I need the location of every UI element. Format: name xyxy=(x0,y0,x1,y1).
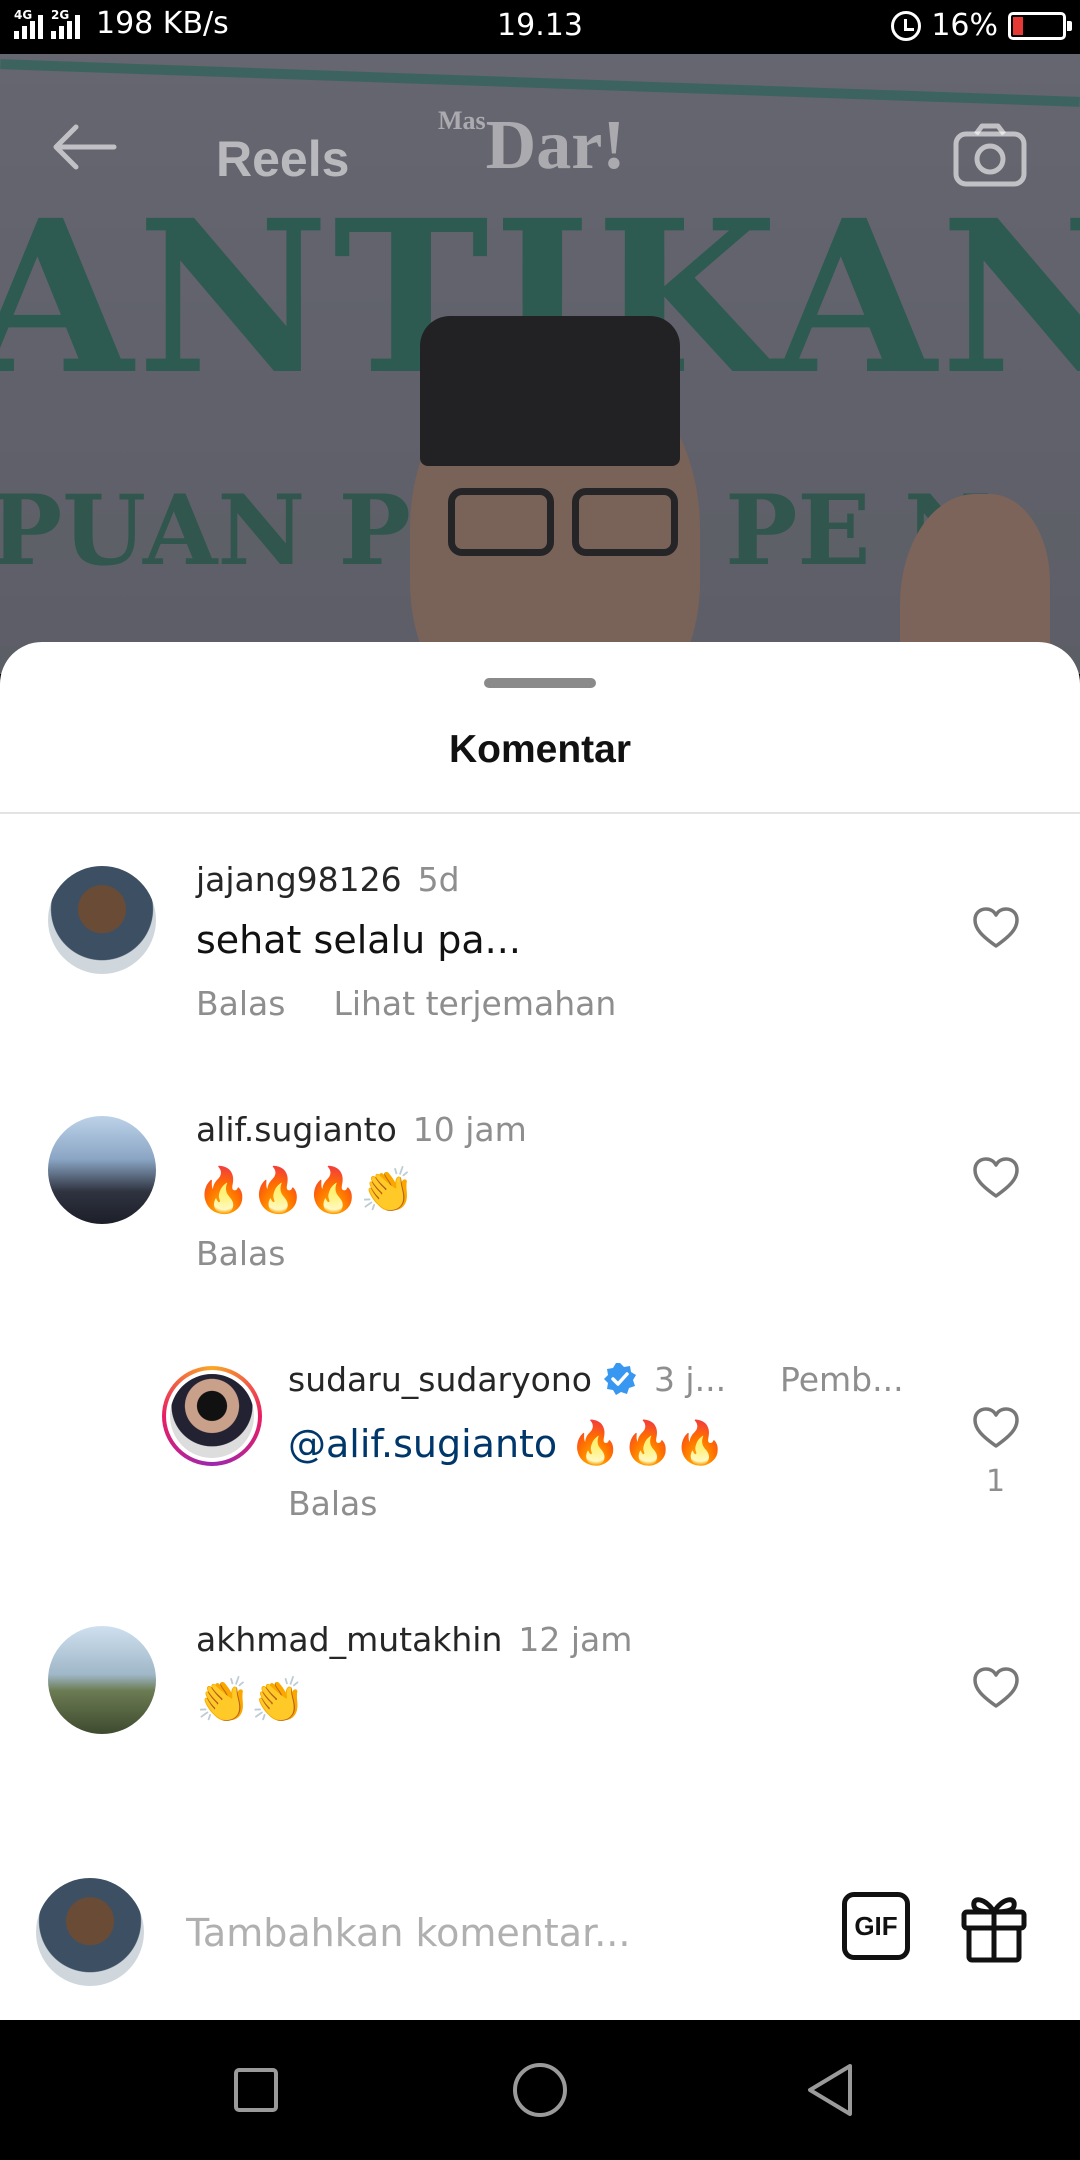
comment-age: 5d xyxy=(417,860,460,899)
comment-actions: Balas xyxy=(288,1484,377,1523)
comment-text: @alif.sugianto 🔥🔥🔥 xyxy=(288,1418,726,1468)
username[interactable]: akhmad_mutakhin xyxy=(196,1620,502,1659)
username[interactable]: sudaru_sudaryono xyxy=(288,1360,592,1399)
avatar-story-ring[interactable] xyxy=(162,1366,262,1466)
comment-age: 12 jam xyxy=(518,1620,633,1659)
back-arrow-icon[interactable] xyxy=(48,122,118,172)
comment-meta: sudaru_sudaryono 3 j... xyxy=(288,1360,726,1399)
comment-meta: akhmad_mutakhin 12 jam xyxy=(196,1620,632,1659)
reply-button[interactable]: Balas xyxy=(196,984,285,1023)
comment-actions: Balas Lihat terjemahan xyxy=(196,984,616,1023)
avatar[interactable] xyxy=(48,866,156,974)
camera-icon[interactable] xyxy=(952,122,1028,188)
comment-meta: jajang98126 5d xyxy=(196,860,460,899)
reels-header: Reels MasDar! xyxy=(0,94,1080,204)
like-heart-icon[interactable] xyxy=(972,1156,1020,1200)
comment-actions: Balas xyxy=(196,1234,285,1273)
username[interactable]: alif.sugianto xyxy=(196,1110,397,1149)
comment-input-bar: GIF xyxy=(0,1856,1080,2020)
battery-level xyxy=(1013,16,1023,35)
comment-age: 3 j... xyxy=(653,1360,727,1399)
watermark-logo: MasDar! xyxy=(438,106,626,186)
comment-text: 👏👏 xyxy=(196,1675,306,1726)
verified-badge-icon xyxy=(603,1363,636,1395)
home-circle-icon[interactable] xyxy=(508,2058,572,2122)
avatar[interactable] xyxy=(48,1626,156,1734)
gift-icon[interactable] xyxy=(958,1886,1030,1964)
alarm-icon xyxy=(891,10,922,41)
status-right: 16% xyxy=(891,8,1072,43)
avatar xyxy=(166,1370,258,1462)
battery-percent: 16% xyxy=(931,8,998,43)
like-heart-icon[interactable] xyxy=(972,1406,1020,1450)
avatar[interactable] xyxy=(48,1116,156,1224)
system-nav-bar xyxy=(0,2020,1080,2160)
battery-icon xyxy=(1008,11,1072,40)
reply-button[interactable]: Balas xyxy=(196,1234,285,1273)
my-avatar xyxy=(36,1878,144,1986)
comment-meta: alif.sugianto 10 jam xyxy=(196,1110,527,1149)
see-translation-button[interactable]: Lihat terjemahan xyxy=(333,984,616,1023)
reply-button[interactable]: Balas xyxy=(288,1484,377,1523)
mention-link[interactable]: @alif.sugianto xyxy=(288,1422,557,1466)
sheet-title: Komentar xyxy=(448,728,632,771)
comment-text: sehat selalu pa... xyxy=(196,918,521,962)
like-heart-icon[interactable] xyxy=(972,906,1020,950)
comment-input[interactable] xyxy=(186,1900,806,1966)
drag-handle[interactable] xyxy=(484,678,596,688)
like-heart-icon[interactable] xyxy=(972,1666,1020,1710)
comment-emoji: 🔥🔥🔥 xyxy=(569,1418,727,1467)
back-triangle-icon[interactable] xyxy=(798,2058,862,2122)
gif-button[interactable]: GIF xyxy=(842,1892,910,1960)
username[interactable]: jajang98126 xyxy=(196,860,402,899)
comments-sheet: Komentar jajang98126 5d sehat selalu pa..… xyxy=(0,642,1080,2020)
reel-video[interactable]: ANTIKAN PUAN PE UH PE N Reels MasDar! xyxy=(0,54,1080,674)
recents-square-icon[interactable] xyxy=(224,2058,288,2122)
like-count: 1 xyxy=(986,1464,1006,1499)
comment-list[interactable]: jajang98126 5d sehat selalu pa... Balas Li… xyxy=(0,814,1080,1830)
watermark-text: Dar! xyxy=(485,107,626,184)
comment-text: 🔥🔥🔥👏 xyxy=(196,1165,416,1216)
comment-age: 10 jam xyxy=(412,1110,527,1149)
watermark-small: Mas xyxy=(438,106,486,135)
pinned-by-label: Pemb... xyxy=(780,1360,904,1399)
screen-title: Reels xyxy=(216,131,350,187)
status-bar: 4G 2G 198 KB/s 19.13 16% xyxy=(0,0,1080,54)
